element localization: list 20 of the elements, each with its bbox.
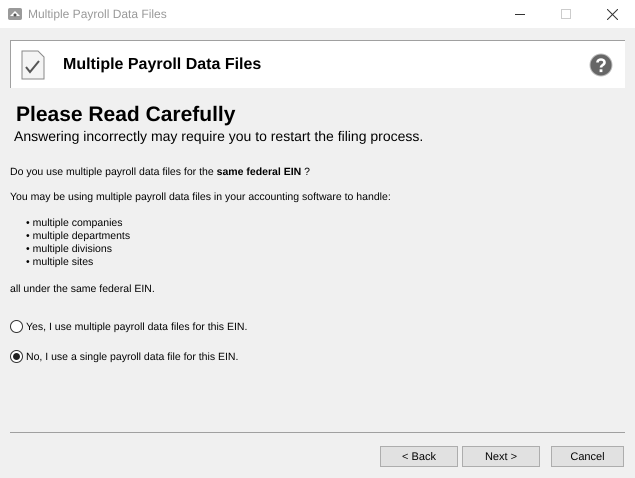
list-item: • multiple divisions — [26, 243, 113, 256]
intro-text: You may be using multiple payroll data files in your accounting software to handle: — [10, 191, 392, 203]
list-item: • multiple sites — [26, 256, 94, 269]
question-text: Do you use multiple payroll data files for the same federal EIN ? — [10, 166, 312, 178]
radio-button[interactable] — [10, 320, 23, 333]
list-item: • multiple departments — [26, 230, 132, 243]
list-item: • multiple companies — [26, 217, 124, 230]
help-icon[interactable] — [589, 52, 613, 76]
dialog-button[interactable]: Cancel — [551, 446, 624, 467]
dialog-button[interactable]: < Back — [380, 446, 458, 467]
app-icon — [8, 8, 22, 20]
document-check-icon — [21, 50, 45, 80]
page-heading: Please Read Carefully — [16, 102, 236, 128]
page-subheading: Answering incorrectly may require you to restart the filing process. — [14, 128, 424, 144]
close-icon[interactable] — [606, 8, 618, 20]
window-title: Multiple Payroll Data Files — [28, 7, 168, 21]
header-title: Multiple Payroll Data Files — [63, 56, 262, 74]
dialog-button[interactable]: Next > — [462, 446, 540, 467]
closing-text: all under the same federal EIN. — [10, 283, 156, 295]
radio-button[interactable] — [10, 350, 23, 363]
